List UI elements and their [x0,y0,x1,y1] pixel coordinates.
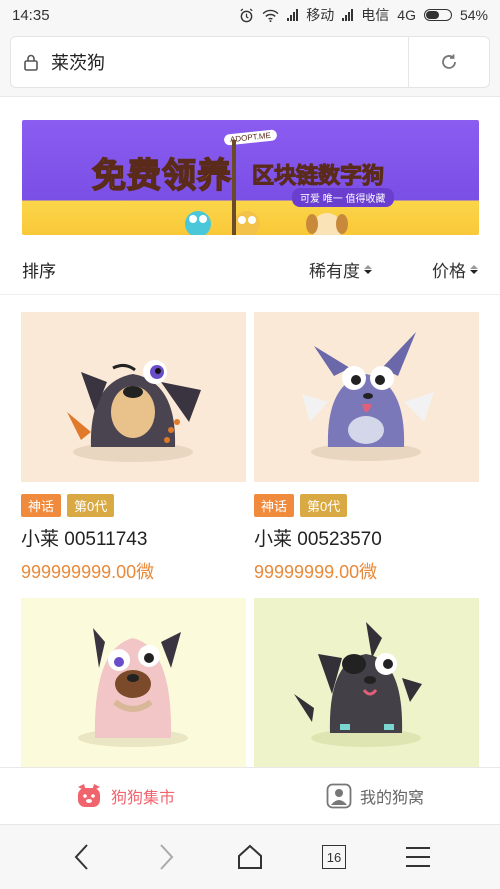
dog-image[interactable] [21,598,246,768]
dog-illustration [302,332,434,461]
generation-tag: 第0代 [300,494,348,517]
sort-rarity-label: 稀有度 [309,262,360,281]
chevron-right-icon [160,844,174,870]
dog-price: 99999999.00微 [254,562,378,582]
dog-illustration [78,628,188,747]
sort-price-label: 价格 [432,262,466,281]
tabs-button[interactable]: 16 [314,837,354,877]
dog-card[interactable] [254,598,479,768]
wifi-icon [262,9,279,22]
dog-illustration [294,622,422,747]
tab-my-kennel-label: 我的狗窝 [359,790,424,807]
back-button[interactable] [62,837,102,877]
rarity-tag: 神话 [254,494,295,517]
dog-face-icon [77,784,100,807]
profile-icon [326,783,352,809]
app-tab-bar: 狗狗集市 我的狗窝 [0,767,500,824]
browser-toolbar: 莱茨狗 [0,30,500,96]
status-bar: 14:35 移动 电信 4G 54% [0,0,500,30]
carrier-2: 电信 [361,7,390,23]
tab-my-kennel[interactable]: 我的狗窝 [250,768,500,824]
battery-icon [423,9,452,21]
status-time: 14:35 [12,6,50,24]
lock-icon [11,53,51,71]
promo-banner[interactable]: ADOPT.ME 免费领养 区块链数字狗 可爱 唯一 值得收藏 [22,120,479,235]
signal-icon-2 [342,9,354,21]
carrier-1: 移动 [306,7,335,23]
menu-icon [406,847,430,867]
sort-caret-icon [470,265,478,274]
sort-by-rarity-button[interactable]: 稀有度 [309,257,372,282]
home-icon [238,844,262,869]
sort-by-price-button[interactable]: 价格 [432,257,478,282]
dog-card[interactable] [21,598,246,768]
toolbar-divider [0,96,500,97]
chevron-left-icon [74,844,88,870]
browser-nav-bar: 16 [0,824,500,889]
dog-illustration [67,360,201,462]
dog-image[interactable] [254,312,479,482]
sort-label: 排序 [22,262,56,281]
card-tags: 神话 第0代 [21,494,246,517]
home-button[interactable] [230,837,270,877]
dog-image[interactable] [21,312,246,482]
rarity-tag: 神话 [21,494,62,517]
battery-level [425,11,439,19]
signal-icon [287,9,299,21]
status-indicators: 移动 电信 4G 54% [239,5,488,25]
generation-tag: 第0代 [67,494,115,517]
tab-dog-market[interactable]: 狗狗集市 [0,768,250,824]
card-tags: 神话 第0代 [254,494,479,517]
sort-bar: 排序 稀有度 价格 [0,245,500,295]
sort-caret-icon [364,265,372,274]
network-type: 4G [397,7,416,23]
tabs-count: 16 [322,845,346,869]
battery-percent: 54% [459,7,488,23]
address-text[interactable]: 莱茨狗 [51,49,408,75]
dog-name: 小莱 00511743 [21,529,148,550]
banner-dogs-illustration [185,140,348,235]
reload-icon [442,54,456,69]
tab-dog-market-label: 狗狗集市 [110,790,175,807]
dog-price: 999999999.00微 [21,562,155,582]
menu-button[interactable] [398,837,438,877]
dog-card[interactable]: 神话 第0代 小莱 00523570 99999999.00微 [254,312,479,584]
dog-image[interactable] [254,598,479,768]
forward-button[interactable] [146,837,186,877]
dog-card[interactable]: 神话 第0代 小莱 00511743 999999999.00微 [21,312,246,584]
alarm-icon [240,7,253,22]
address-bar[interactable]: 莱茨狗 [10,36,490,88]
reload-button[interactable] [409,52,489,72]
dog-name: 小莱 00523570 [254,529,382,550]
